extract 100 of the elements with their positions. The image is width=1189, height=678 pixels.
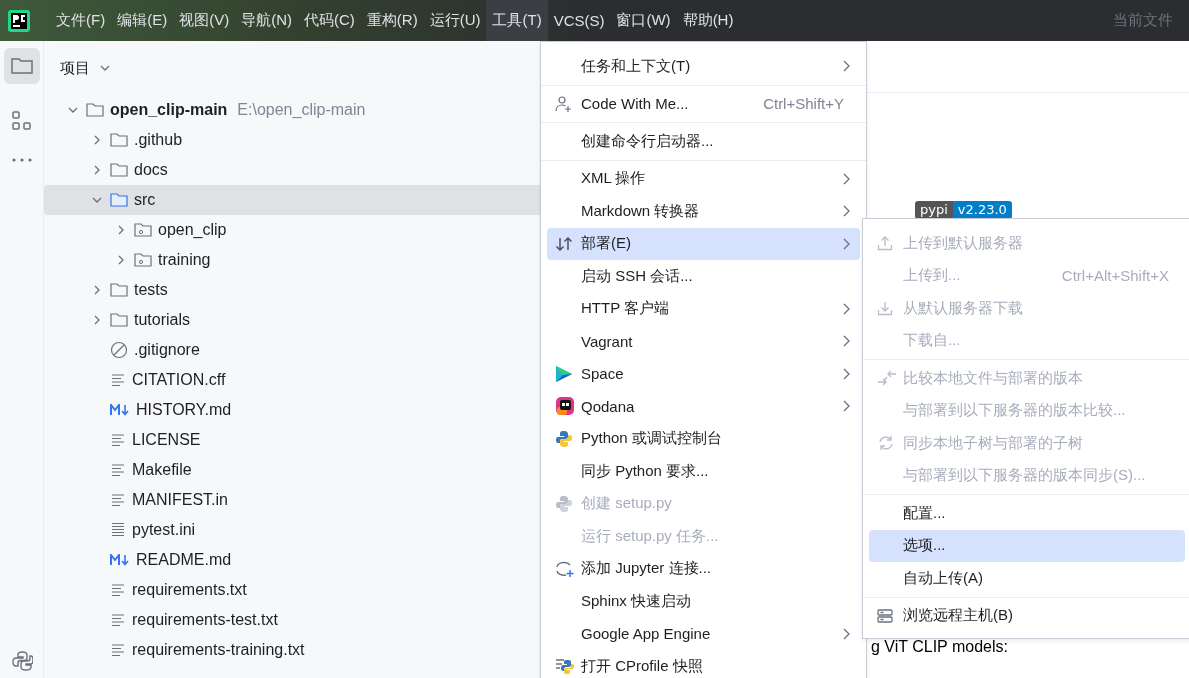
folder-icon — [110, 132, 128, 148]
menu-item[interactable]: 文件(F) — [50, 0, 112, 41]
file-name: HISTORY.md — [136, 401, 232, 419]
folder-icon — [110, 192, 128, 208]
tree-row[interactable]: .gitignore — [44, 335, 540, 365]
menu-item[interactable]: 代码(C) — [298, 0, 361, 41]
file-path: E:\open_clip-main — [237, 101, 366, 119]
menu-item[interactable]: HTTP 客户端 — [547, 292, 860, 325]
menu-item[interactable]: Space — [547, 357, 860, 390]
menu-item[interactable]: Code With Me... Ctrl+Shift+Y — [547, 87, 860, 120]
menu-item[interactable]: 部署(E) — [547, 227, 860, 260]
menu-item[interactable]: 浏览远程主机(B) — [869, 599, 1185, 632]
menu-item[interactable]: Python 或调试控制台 — [547, 422, 860, 455]
tree-row[interactable]: .github — [44, 125, 540, 155]
tree-row[interactable]: tests — [44, 275, 540, 305]
menu-item[interactable]: 任务和上下文(T) — [547, 50, 860, 83]
menu-item[interactable]: 运行(U) — [423, 0, 487, 41]
menu-item[interactable]: 配置... — [869, 497, 1185, 530]
python-icon[interactable] — [10, 650, 33, 672]
file-lines-icon — [110, 522, 126, 538]
file-name: open_clip-main — [110, 101, 228, 119]
chevron-icon[interactable] — [92, 285, 102, 295]
tree-row[interactable]: requirements-test.txt — [44, 605, 540, 635]
file-name: src — [134, 191, 156, 209]
up-down-arrows-icon — [555, 235, 573, 252]
menu-item[interactable]: 打开 CProfile 快照 — [547, 650, 860, 678]
ignore-icon — [110, 341, 128, 359]
tree-row[interactable]: open_clip — [44, 215, 540, 245]
file-lines-icon — [110, 583, 126, 597]
menu-item[interactable]: 窗口(W) — [610, 0, 677, 41]
menu-item[interactable]: XML 操作 — [547, 162, 860, 195]
download-icon — [877, 300, 893, 317]
chevron-down-icon[interactable] — [100, 65, 110, 71]
compare-arrows-icon — [877, 369, 897, 388]
person-plus-icon — [555, 94, 573, 113]
structure-icon[interactable] — [10, 110, 33, 132]
tree-row[interactable]: open_clip-main E:\open_clip-main — [44, 95, 540, 125]
tree-row[interactable]: Makefile — [44, 455, 540, 485]
more-icon[interactable] — [10, 157, 33, 163]
tree-row[interactable]: README.md — [44, 545, 540, 575]
file-name: requirements-test.txt — [132, 611, 278, 629]
menu-item[interactable]: 选项... — [869, 529, 1185, 562]
menu-item[interactable]: 帮助(H) — [676, 0, 740, 41]
tree-row[interactable]: LICENSE — [44, 425, 540, 455]
chevron-icon[interactable] — [116, 225, 126, 235]
file-name: CITATION.cff — [132, 371, 226, 389]
chevron-icon[interactable] — [92, 315, 102, 325]
menu-item[interactable]: 同步 Python 要求... — [547, 455, 860, 488]
file-name: docs — [134, 161, 168, 179]
file-name: requirements.txt — [132, 581, 247, 599]
menu-item[interactable]: Markdown 转换器 — [547, 195, 860, 228]
file-name: MANIFEST.in — [132, 491, 228, 509]
tree-row[interactable]: pytest.ini — [44, 515, 540, 545]
menu-item[interactable]: 添加 Jupyter 连接... — [547, 552, 860, 585]
chevron-icon[interactable] — [92, 135, 102, 145]
menu-item[interactable]: 自动上传(A) — [869, 562, 1185, 595]
editor-text: g ViT CLIP models: — [871, 638, 1009, 656]
menu-item[interactable]: 工具(T) — [486, 0, 548, 41]
tree-row[interactable]: CITATION.cff — [44, 365, 540, 395]
menu-item[interactable]: 启动 SSH 会话... — [547, 260, 860, 293]
tree-row[interactable]: src — [44, 185, 540, 215]
chevron-icon[interactable] — [68, 105, 78, 115]
tree-row[interactable]: training — [44, 245, 540, 275]
menu-item[interactable]: Sphinx 快速启动 — [547, 585, 860, 618]
file-name: .gitignore — [134, 341, 200, 359]
menu-item[interactable]: Google App Engine — [547, 617, 860, 650]
folder-icon[interactable] — [3, 48, 40, 84]
panel-title[interactable]: 项目 — [60, 58, 90, 78]
qodana-logo-icon — [555, 396, 575, 417]
markdown-icon — [110, 554, 130, 566]
menu-item[interactable]: 重构(R) — [360, 0, 424, 41]
triangle-logo-icon — [555, 364, 573, 383]
menu-item[interactable]: Qodana — [547, 390, 860, 423]
python-profile-icon — [555, 657, 575, 676]
tree-row[interactable]: requirements.txt — [44, 575, 540, 605]
chevron-icon[interactable] — [92, 195, 102, 205]
app-logo-icon[interactable] — [8, 9, 30, 32]
tree-row[interactable]: HISTORY.md — [44, 395, 540, 425]
upload-icon — [877, 235, 893, 252]
tree-row[interactable]: MANIFEST.in — [44, 485, 540, 515]
menu-item[interactable]: VCS(S) — [547, 0, 611, 41]
menu-item[interactable]: Vagrant — [547, 325, 860, 358]
chevron-icon[interactable] — [92, 165, 102, 175]
jupyter-icon — [555, 559, 575, 578]
python-icon — [555, 429, 573, 448]
menu-item[interactable]: 导航(N) — [235, 0, 298, 41]
menu-item[interactable]: 视图(V) — [173, 0, 236, 41]
tree-row[interactable]: requirements-training.txt — [44, 635, 540, 665]
tree-row[interactable]: docs — [44, 155, 540, 185]
menu-item[interactable]: 编辑(E) — [111, 0, 174, 41]
file-name: tutorials — [134, 311, 191, 329]
folder-icon — [110, 282, 128, 298]
chevron-icon[interactable] — [116, 255, 126, 265]
file-name: Makefile — [132, 461, 192, 479]
file-name: LICENSE — [132, 431, 201, 449]
file-lines-icon — [110, 433, 126, 447]
file-lines-icon — [110, 463, 126, 477]
menu-item[interactable]: 创建命令行启动器... — [547, 125, 860, 158]
tree-row[interactable]: tutorials — [44, 305, 540, 335]
folder-icon — [86, 102, 104, 118]
